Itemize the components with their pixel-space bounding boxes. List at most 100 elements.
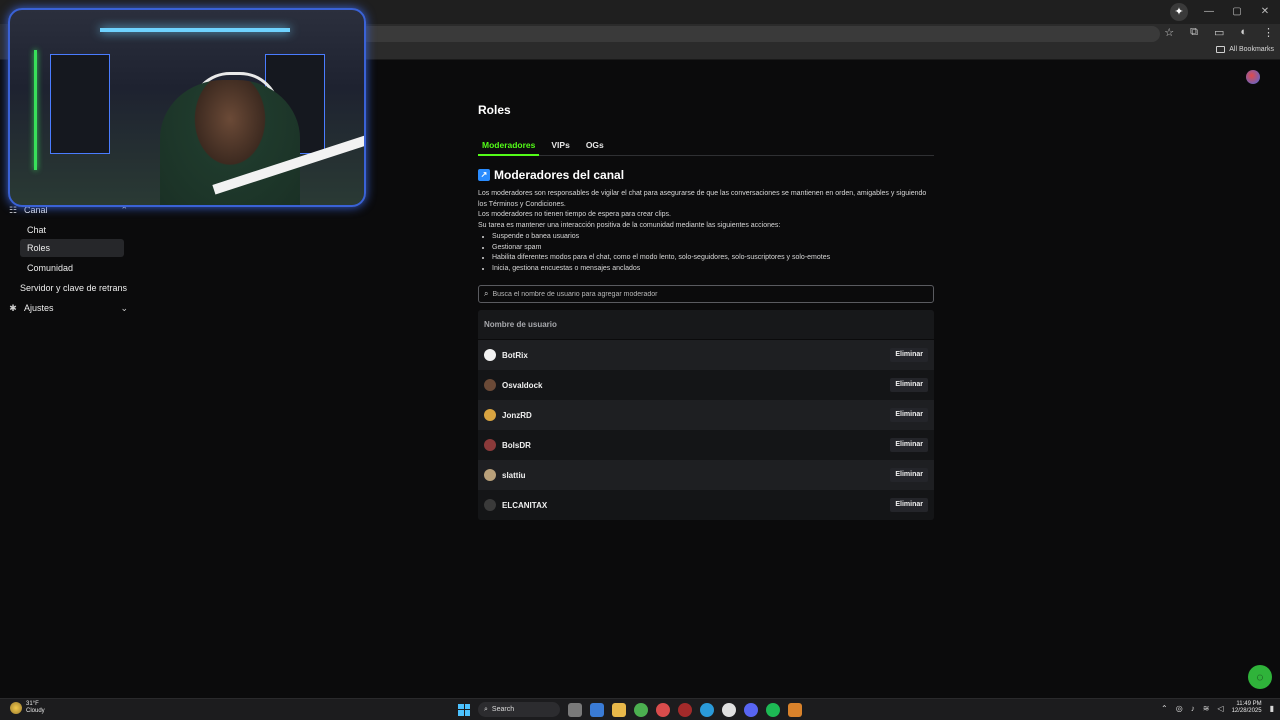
window-controls: ✦ — ▢ ✕ <box>1170 3 1272 21</box>
folder-icon <box>1216 46 1226 53</box>
delete-button[interactable]: Eliminar <box>890 408 928 422</box>
roles-tabs: Moderadores VIPs OGs <box>478 138 934 156</box>
taskbar-search[interactable]: ⌕ Search <box>478 702 560 717</box>
list-item: Habilita diferentes modos para el chat, … <box>492 253 934 264</box>
weather-text: 31°F Cloudy <box>26 701 45 715</box>
sidebar-item-label: Chat <box>27 225 47 235</box>
chrome-icon[interactable] <box>634 702 648 717</box>
sidebar-item-roles[interactable]: Roles <box>20 239 124 257</box>
taskbar-search-label: Search <box>491 706 515 713</box>
avatar <box>484 439 496 451</box>
delete-button[interactable]: Eliminar <box>890 348 928 362</box>
mic-icon[interactable]: ♪ <box>1191 704 1195 713</box>
weather-temp: 31°F <box>26 701 39 707</box>
file-explorer-icon[interactable] <box>612 702 626 717</box>
discord-icon[interactable] <box>744 702 758 717</box>
clock-date: 12/28/2025 <box>1231 708 1262 714</box>
username[interactable]: Osvaldock <box>502 381 542 390</box>
delete-button[interactable]: Eliminar <box>890 438 928 452</box>
table-row: slattiu Eliminar <box>478 460 934 490</box>
windows-start-icon[interactable] <box>458 703 470 716</box>
search-icon: ⌕ <box>484 705 488 713</box>
delete-button[interactable]: Eliminar <box>890 468 928 482</box>
chevron-up-icon[interactable]: ⌃ <box>1161 704 1168 713</box>
list-item: Gestionar spam <box>492 243 934 254</box>
page-title: Roles <box>478 103 511 117</box>
moderators-table: Nombre de usuario BotRix Eliminar Osvald… <box>478 310 934 520</box>
table-row: BolsDR Eliminar <box>478 430 934 460</box>
description-line: Su tarea es mantener una interacción pos… <box>478 221 781 229</box>
obs-icon[interactable] <box>722 702 736 717</box>
network-icon[interactable]: ◎ <box>1176 704 1183 713</box>
weather-widget[interactable]: 31°F Cloudy <box>10 701 45 715</box>
username[interactable]: ELCANITAX <box>502 501 547 510</box>
username[interactable]: BotRix <box>502 351 528 360</box>
wall-panel <box>50 54 110 154</box>
username[interactable]: slattiu <box>502 471 526 480</box>
cast-icon[interactable]: ▭ <box>1214 26 1224 39</box>
delete-button[interactable]: Eliminar <box>890 498 928 512</box>
table-row: ELCANITAX Eliminar <box>478 490 934 520</box>
opera-gx-icon[interactable] <box>678 702 692 717</box>
tab-vips[interactable]: VIPs <box>547 138 573 156</box>
clock[interactable]: 11:49 PM 12/28/2025 <box>1232 701 1262 715</box>
sparkle-icon[interactable]: ✦ <box>1170 3 1188 21</box>
help-button[interactable]: ◌ <box>1248 665 1272 689</box>
sidebar-item-ajustes[interactable]: ✱ Ajustes ⌄ <box>8 299 138 317</box>
volume-icon[interactable]: ◁ <box>1217 704 1223 713</box>
roles-panel: Roles Moderadores VIPs OGs ↗ Moderadores… <box>478 103 934 520</box>
spotify-icon[interactable] <box>766 702 780 717</box>
sidebar-item-label: Servidor y clave de retrans <box>20 283 128 293</box>
task-view-icon[interactable] <box>568 702 582 717</box>
username[interactable]: JonzRD <box>502 411 532 420</box>
app-icon[interactable] <box>788 702 802 717</box>
taskbar-apps: ⌕ Search <box>458 702 802 717</box>
table-header: Nombre de usuario <box>478 310 934 340</box>
table-row: BotRix Eliminar <box>478 340 934 370</box>
wifi-icon[interactable]: ≋ <box>1203 704 1210 713</box>
profile-icon[interactable]: ◐ <box>1240 26 1247 39</box>
tab-ogs[interactable]: OGs <box>582 138 608 156</box>
all-bookmarks-label: All Bookmarks <box>1229 46 1274 53</box>
delete-button[interactable]: Eliminar <box>890 378 928 392</box>
extensions-icon[interactable]: ⧉ <box>1190 26 1198 39</box>
avatar <box>484 409 496 421</box>
section-title: Moderadores del canal <box>494 168 625 182</box>
minimize-icon[interactable]: — <box>1202 5 1216 19</box>
sidebar-item-comunidad[interactable]: Comunidad <box>20 259 124 277</box>
taskbar: 31°F Cloudy ⌕ Search ⌃ ◎ ♪ ≋ ◁ 11:49 PM … <box>0 698 1280 720</box>
sidebar-item-label: Roles <box>27 243 51 253</box>
search-box[interactable]: ⌕ <box>478 285 934 303</box>
copilot-icon[interactable] <box>590 702 604 717</box>
address-bar[interactable] <box>360 26 1160 42</box>
maximize-icon[interactable]: ▢ <box>1230 5 1244 19</box>
notification-icon[interactable]: ▮ <box>1270 704 1274 713</box>
avatar <box>484 379 496 391</box>
user-avatar[interactable] <box>1246 70 1260 84</box>
webcam-overlay <box>8 8 366 207</box>
all-bookmarks-button[interactable]: All Bookmarks <box>1216 46 1274 53</box>
sidebar-item-chat[interactable]: Chat <box>20 221 124 239</box>
search-icon: ⌕ <box>484 289 489 298</box>
sidebar-item-servidor[interactable]: Servidor y clave de retrans <box>20 279 150 297</box>
list-item: Suspende o banea usuarios <box>492 232 934 243</box>
close-icon[interactable]: ✕ <box>1258 5 1272 19</box>
search-input[interactable] <box>492 290 923 298</box>
system-tray: ⌃ ◎ ♪ ≋ ◁ 11:49 PM 12/28/2025 ▮ <box>1161 701 1274 715</box>
opera-icon[interactable] <box>656 702 670 717</box>
username[interactable]: BolsDR <box>502 441 531 450</box>
screen: ✦ — ▢ ✕ ☆ ⧉ ▭ ◐ ⋮ All Bookmarks ☷ Canal <box>0 0 1280 720</box>
sidebar-item-label: Ajustes <box>24 303 54 313</box>
description-line: Los moderadores son responsables de vigi… <box>478 190 927 208</box>
edge-icon[interactable] <box>700 702 714 717</box>
toolbar-icons: ☆ ⧉ ▭ ◐ ⋮ <box>1164 26 1274 39</box>
actions-list: Suspende o banea usuarios Gestionar spam… <box>492 232 934 274</box>
menu-icon[interactable]: ⋮ <box>1263 26 1274 39</box>
gear-icon: ✱ <box>9 302 17 313</box>
star-icon[interactable]: ☆ <box>1164 26 1174 39</box>
chat-bubble-icon: ◌ <box>1256 670 1264 684</box>
clock-time: 11:49 PM <box>1236 701 1262 707</box>
section-heading: ↗ Moderadores del canal <box>478 168 624 182</box>
tab-moderadores[interactable]: Moderadores <box>478 138 540 156</box>
avatar <box>484 499 496 511</box>
